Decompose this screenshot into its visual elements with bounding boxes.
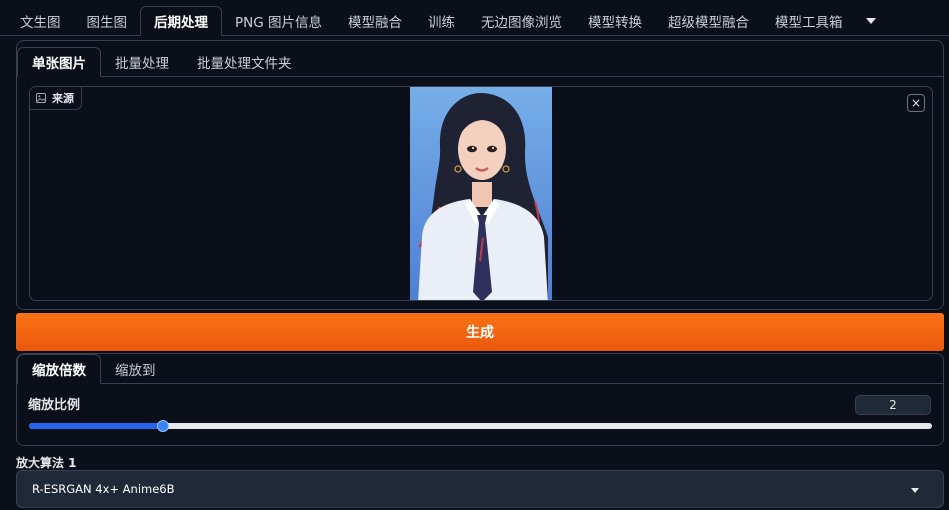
extras-input-panel: 单张图片 批量处理 批量处理文件夹 来源 × <box>16 40 944 310</box>
more-tabs-button[interactable] <box>856 6 886 35</box>
tab-extras[interactable]: 后期处理 <box>140 6 222 36</box>
tab-checkpoint-merger[interactable]: 模型融合 <box>335 6 415 35</box>
upscaler-dropdown[interactable]: R-ESRGAN 4x+ Anime6B <box>16 470 944 508</box>
upscaler-selected-value: R-ESRGAN 4x+ Anime6B <box>32 482 175 496</box>
generate-button[interactable]: 生成 <box>16 313 944 351</box>
resize-mode-tabs: 缩放倍数 缩放到 <box>17 354 943 384</box>
tab-image-browser[interactable]: 无边图像浏览 <box>468 6 575 35</box>
resize-panel: 缩放倍数 缩放到 缩放比例 2 <box>16 353 944 446</box>
tab-model-converter[interactable]: 模型转换 <box>575 6 655 35</box>
tab-model-toolkit[interactable]: 模型工具箱 <box>762 6 856 35</box>
chevron-down-icon <box>865 17 876 24</box>
tab-txt2img[interactable]: 文生图 <box>7 6 74 35</box>
source-image-label: 来源 <box>30 87 82 110</box>
image-icon <box>36 93 46 103</box>
main-tab-bar: 文生图 图生图 后期处理 PNG 图片信息 模型融合 训练 无边图像浏览 模型转… <box>0 6 949 36</box>
source-image-dropzone[interactable]: 来源 × <box>29 86 933 301</box>
tab-batch-process[interactable]: 批量处理 <box>101 47 183 76</box>
tab-scale-to[interactable]: 缩放到 <box>101 354 170 383</box>
resize-number-input[interactable]: 2 <box>855 395 931 415</box>
tab-train[interactable]: 训练 <box>415 6 468 35</box>
clear-image-button[interactable]: × <box>907 94 925 112</box>
tab-single-image[interactable]: 单张图片 <box>17 47 101 77</box>
dropdown-arrow-icon <box>911 488 919 493</box>
resize-label: 缩放比例 <box>28 398 81 413</box>
upscaler-label: 放大算法 1 <box>16 456 77 470</box>
tab-super-merger[interactable]: 超级模型融合 <box>655 6 762 35</box>
resize-slider[interactable] <box>29 420 932 432</box>
extras-mode-tabs: 单张图片 批量处理 批量处理文件夹 <box>17 47 943 77</box>
slider-thumb[interactable] <box>156 420 169 432</box>
tab-img2img[interactable]: 图生图 <box>74 6 141 35</box>
source-portrait-image <box>410 87 552 300</box>
tab-batch-folder[interactable]: 批量处理文件夹 <box>183 47 306 76</box>
slider-fill <box>29 423 163 429</box>
source-label-text: 来源 <box>52 92 74 105</box>
tab-scale-by[interactable]: 缩放倍数 <box>17 354 101 384</box>
portrait-illustration <box>410 87 552 300</box>
tab-png-info[interactable]: PNG 图片信息 <box>222 6 335 35</box>
